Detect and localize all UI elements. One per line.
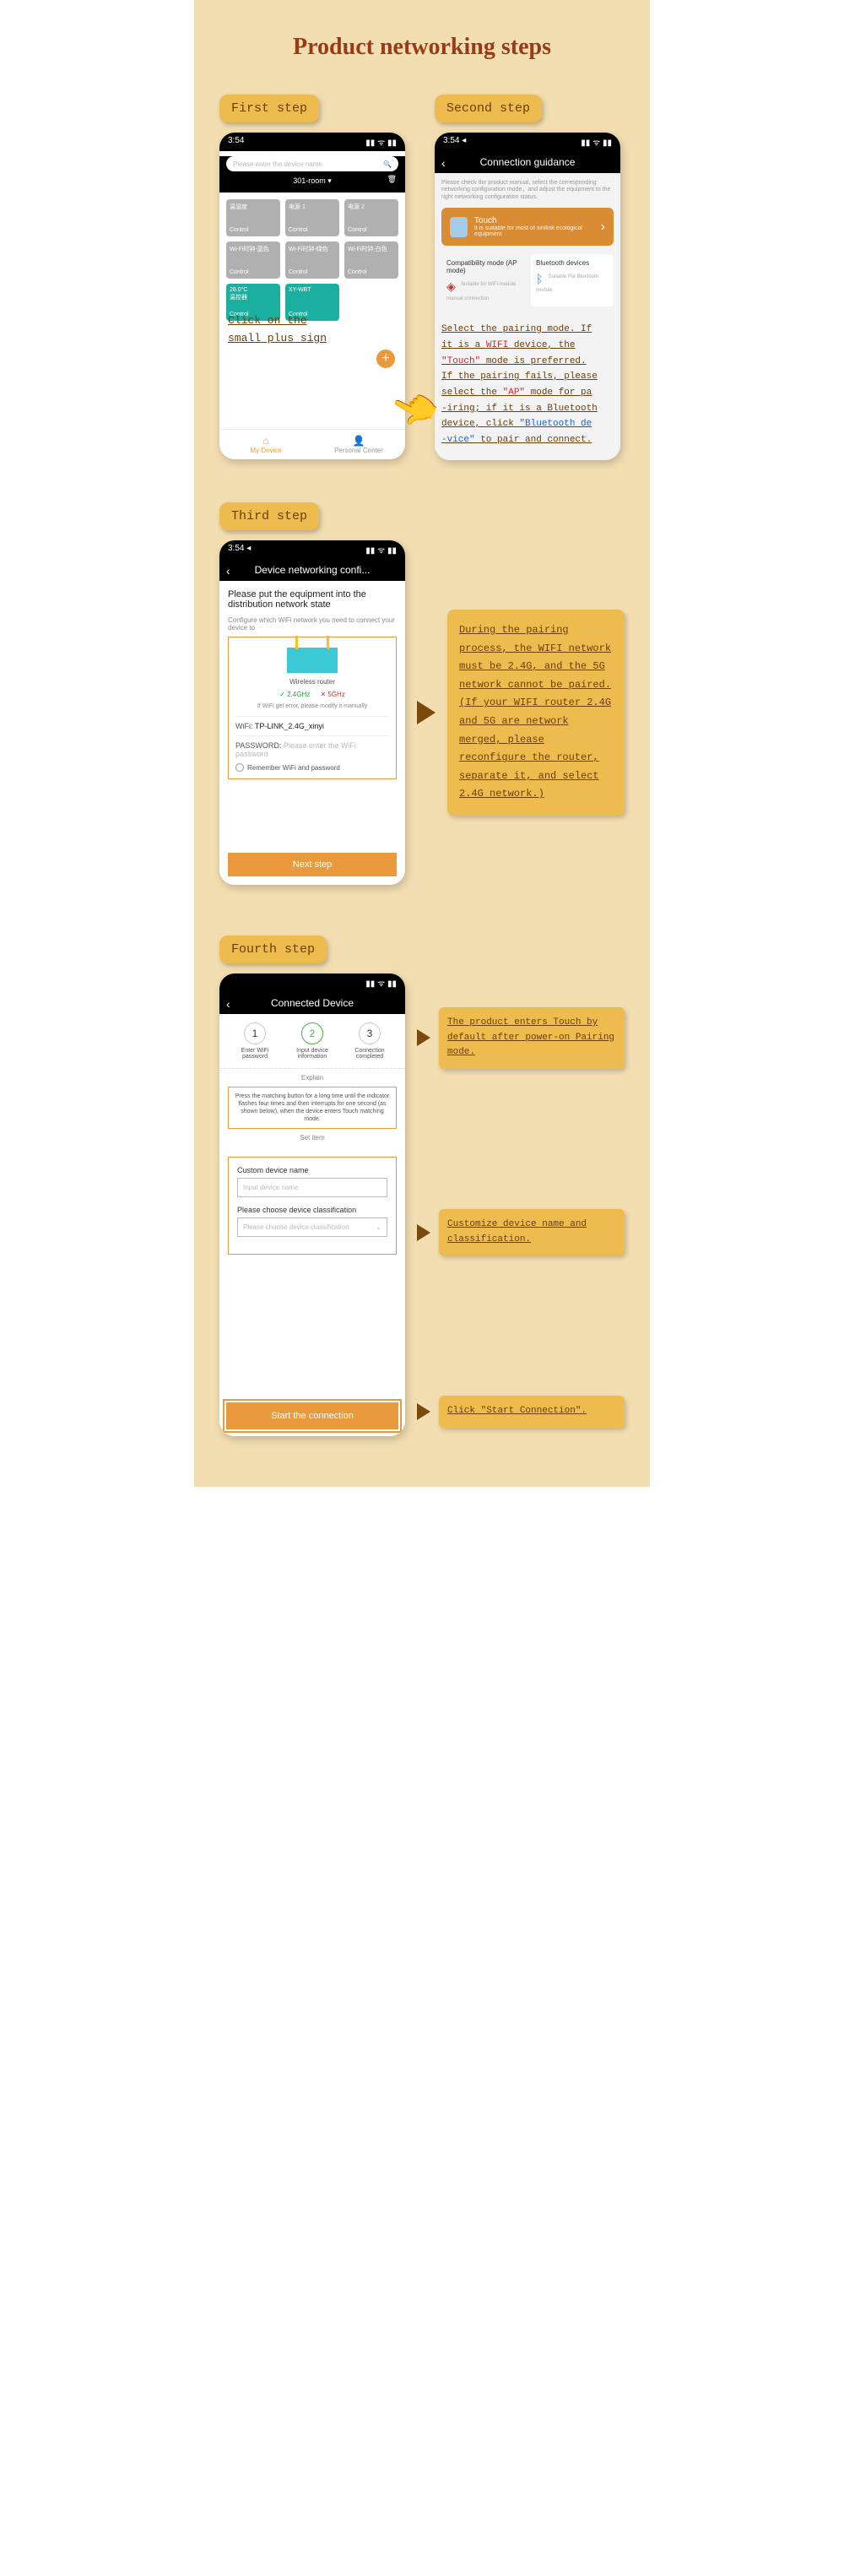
progress-step-2: 2 Input device information — [285, 1022, 339, 1060]
step4-annotation-3: Click "Start Connection". — [439, 1396, 625, 1428]
next-step-button[interactable]: Next step — [228, 853, 397, 876]
home-icon: ⌂ — [219, 435, 312, 447]
explain-label: Explain — [219, 1068, 405, 1082]
back-button[interactable]: ‹ — [226, 997, 230, 1011]
trash-icon[interactable]: 🗑 — [387, 175, 397, 184]
bluetooth-mode-card[interactable]: Bluetooth devices ᛒ Suitable For Bluetoo… — [531, 254, 614, 306]
router-label: Wireless router — [235, 678, 389, 686]
back-button[interactable]: ‹ — [226, 564, 230, 578]
step2-label: Second step — [435, 95, 542, 122]
checkbox-icon — [235, 763, 244, 772]
ap-icon: ◈ — [446, 279, 456, 294]
device-tile[interactable]: Wi-Fi时钟-绿色Control — [285, 241, 339, 279]
arrow-right-icon — [417, 1224, 430, 1241]
chevron-down-icon: ⌄ — [376, 1223, 381, 1231]
screen-title: Connected Device — [271, 997, 354, 1009]
room-selector[interactable]: 301-room ▾ — [293, 176, 332, 185]
step4-label: Fourth step — [219, 935, 327, 963]
progress-step-3: 3 Connection completed — [343, 1022, 397, 1060]
step3-annotation: During the pairing process, the WIFI net… — [447, 610, 625, 816]
custom-name-input[interactable]: Input device name — [237, 1178, 387, 1197]
back-button[interactable]: ‹ — [441, 156, 446, 170]
cube-icon — [450, 217, 468, 237]
chevron-right-icon: › — [601, 220, 605, 235]
step3-phone: 3:54 ◂ ▮▮ ᯤ ▮▮ ‹ Device networking confi… — [219, 540, 405, 885]
step4-annotation-2: Customize device name and classification… — [439, 1209, 625, 1255]
nav-personal-center[interactable]: 👤Personal Center — [312, 430, 405, 459]
wifi-note: If WiFi get error, please modify it manu… — [235, 703, 389, 709]
annotation-step2: Select the pairing mode. If it is a WIFI… — [441, 322, 614, 448]
screen-title: Connection guidance — [480, 156, 576, 168]
net-subtitle: Configure which WiFi network you need to… — [228, 616, 397, 632]
status-icons: ▮▮ ᯤ ▮▮ — [365, 977, 397, 989]
freq-2.4g: ✓ 2.4GHz — [279, 691, 310, 698]
arrow-right-icon — [417, 1029, 430, 1046]
status-time: 3:54 — [228, 136, 244, 148]
wifi-value[interactable]: TP-LINK_2.4G_xinyi — [255, 722, 324, 730]
status-icons: ▮▮ ᯤ ▮▮ — [365, 544, 397, 556]
search-icon: 🔍 — [383, 160, 392, 168]
touch-mode-card[interactable]: Touch It is suitable for most of sinilin… — [441, 208, 614, 246]
device-tile[interactable]: 电源 1Control — [285, 199, 339, 236]
step2-phone: 3:54 ◂ ▮▮ ᯤ ▮▮ ‹ Connection guidance Ple… — [435, 133, 620, 460]
touch-subtitle: It is suitable for most of sinilink ecol… — [474, 225, 594, 237]
classification-select[interactable]: Please choose device classification ⌄ — [237, 1217, 387, 1237]
remember-checkbox[interactable]: Remember WiFi and password — [235, 763, 389, 772]
page-title: Product networking steps — [219, 34, 625, 61]
router-icon — [287, 648, 338, 673]
ap-mode-card[interactable]: Compatibility mode (AP mode) ◈ Suitable … — [441, 254, 524, 306]
search-placeholder: Please enter the device name — [233, 160, 322, 168]
step4-annotation-1: The product enters Touch by default afte… — [439, 1007, 625, 1069]
device-tile[interactable]: 电源 2Control — [344, 199, 398, 236]
nav-my-device[interactable]: ⌂My Device — [219, 430, 312, 459]
custom-name-label: Custom device name — [237, 1166, 387, 1174]
arrow-right-icon — [417, 1403, 430, 1420]
status-time: 3:54 ◂ — [443, 136, 466, 148]
bluetooth-icon: ᛒ — [536, 272, 543, 285]
device-tile[interactable]: 温湿度Control — [226, 199, 280, 236]
net-title: Please put the equipment into the distri… — [228, 589, 397, 610]
status-icons: ▮▮ ᯤ ▮▮ — [365, 136, 397, 148]
progress-step-1: 1 Enter WiFi password — [228, 1022, 282, 1060]
press-instruction: Press the matching button for a long tim… — [228, 1087, 397, 1129]
set-item-header: Set item — [219, 1134, 405, 1142]
device-tile[interactable]: Wi-Fi时钟-白色Control — [344, 241, 398, 279]
status-icons: ▮▮ ᯤ ▮▮ — [581, 136, 612, 148]
password-label: PASSWORD: — [235, 741, 281, 750]
start-connection-button[interactable]: Start the connection — [226, 1402, 398, 1429]
touch-title: Touch — [474, 216, 594, 225]
screen-title: Device networking confi... — [255, 564, 371, 576]
step4-phone: ▮▮ ᯤ ▮▮ ‹ Connected Device 1 Enter WiFi … — [219, 973, 405, 1436]
step1-phone: 3:54 ▮▮ ᯤ ▮▮ Please enter the device nam… — [219, 133, 405, 459]
status-time: 3:54 ◂ — [228, 544, 251, 556]
classification-label: Please choose device classification — [237, 1206, 387, 1214]
step1-label: First step — [219, 95, 319, 122]
add-device-button[interactable]: + — [375, 348, 397, 370]
annotation-step1: Click on the small plus sign — [228, 312, 327, 348]
device-tile[interactable]: Wi-Fi时钟-蓝色Control — [226, 241, 280, 279]
wifi-label: WiFi: — [235, 722, 253, 730]
step3-label: Third step — [219, 502, 319, 530]
arrow-right-icon — [417, 701, 436, 724]
user-icon: 👤 — [312, 435, 405, 447]
intro-text: Please check the product manual, select … — [441, 180, 614, 201]
search-input[interactable]: Please enter the device name 🔍 — [226, 156, 398, 171]
freq-5g: ✕ 5GHz — [320, 691, 344, 698]
